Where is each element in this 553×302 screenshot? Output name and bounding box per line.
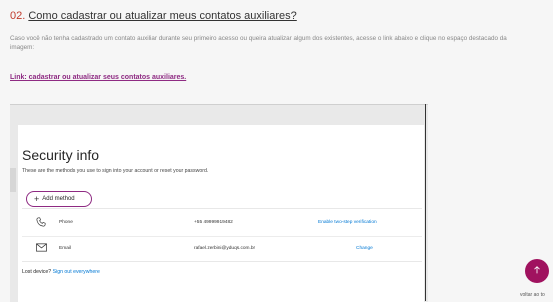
contacts-link[interactable]: Link: cadastrar ou atualizar seus contat… (10, 74, 186, 81)
method-value: +55 49999919482 (194, 220, 233, 225)
lost-device: Lost device? Sign out everywhere (22, 269, 100, 275)
phone-icon (36, 217, 46, 229)
sign-out-everywhere-link[interactable]: Sign out everywhere (53, 269, 100, 275)
arrow-up-icon (532, 262, 542, 280)
method-name: Email (59, 246, 71, 251)
add-method-label: Add method (42, 196, 75, 202)
section-number: 02. (10, 10, 26, 22)
back-to-top-label: voltar ao to (520, 292, 545, 298)
back-to-top-button[interactable] (525, 259, 549, 283)
security-info-title: Security info (22, 147, 100, 163)
security-info-subtitle: These are the methods you use to sign in… (22, 168, 209, 174)
section-heading: 02. Como cadastrar ou atualizar meus con… (10, 10, 297, 22)
method-row-email: Email rafael.zerbini@yduqs.com.br Change (22, 236, 422, 261)
method-name: Phone (59, 220, 73, 225)
methods-table: Phone +55 49999919482 Enable two-step ve… (22, 208, 422, 262)
screenshot-divider (425, 104, 426, 301)
section-description: Caso você não tenha cadastrado um contat… (10, 35, 507, 51)
email-icon (36, 243, 47, 254)
method-row-phone: Phone +55 49999919482 Enable two-step ve… (22, 211, 422, 235)
plus-icon: + (34, 193, 40, 204)
change-email-link[interactable]: Change (356, 246, 373, 251)
enable-two-step-link[interactable]: Enable two-step verification (318, 220, 377, 225)
section-title: Como cadastrar ou atualizar meus contato… (28, 10, 297, 22)
lost-device-label: Lost device? (22, 269, 52, 275)
screenshot-side-stripe (10, 168, 16, 192)
add-method-button[interactable]: + Add method (26, 191, 92, 207)
method-value: rafael.zerbini@yduqs.com.br (194, 246, 256, 251)
